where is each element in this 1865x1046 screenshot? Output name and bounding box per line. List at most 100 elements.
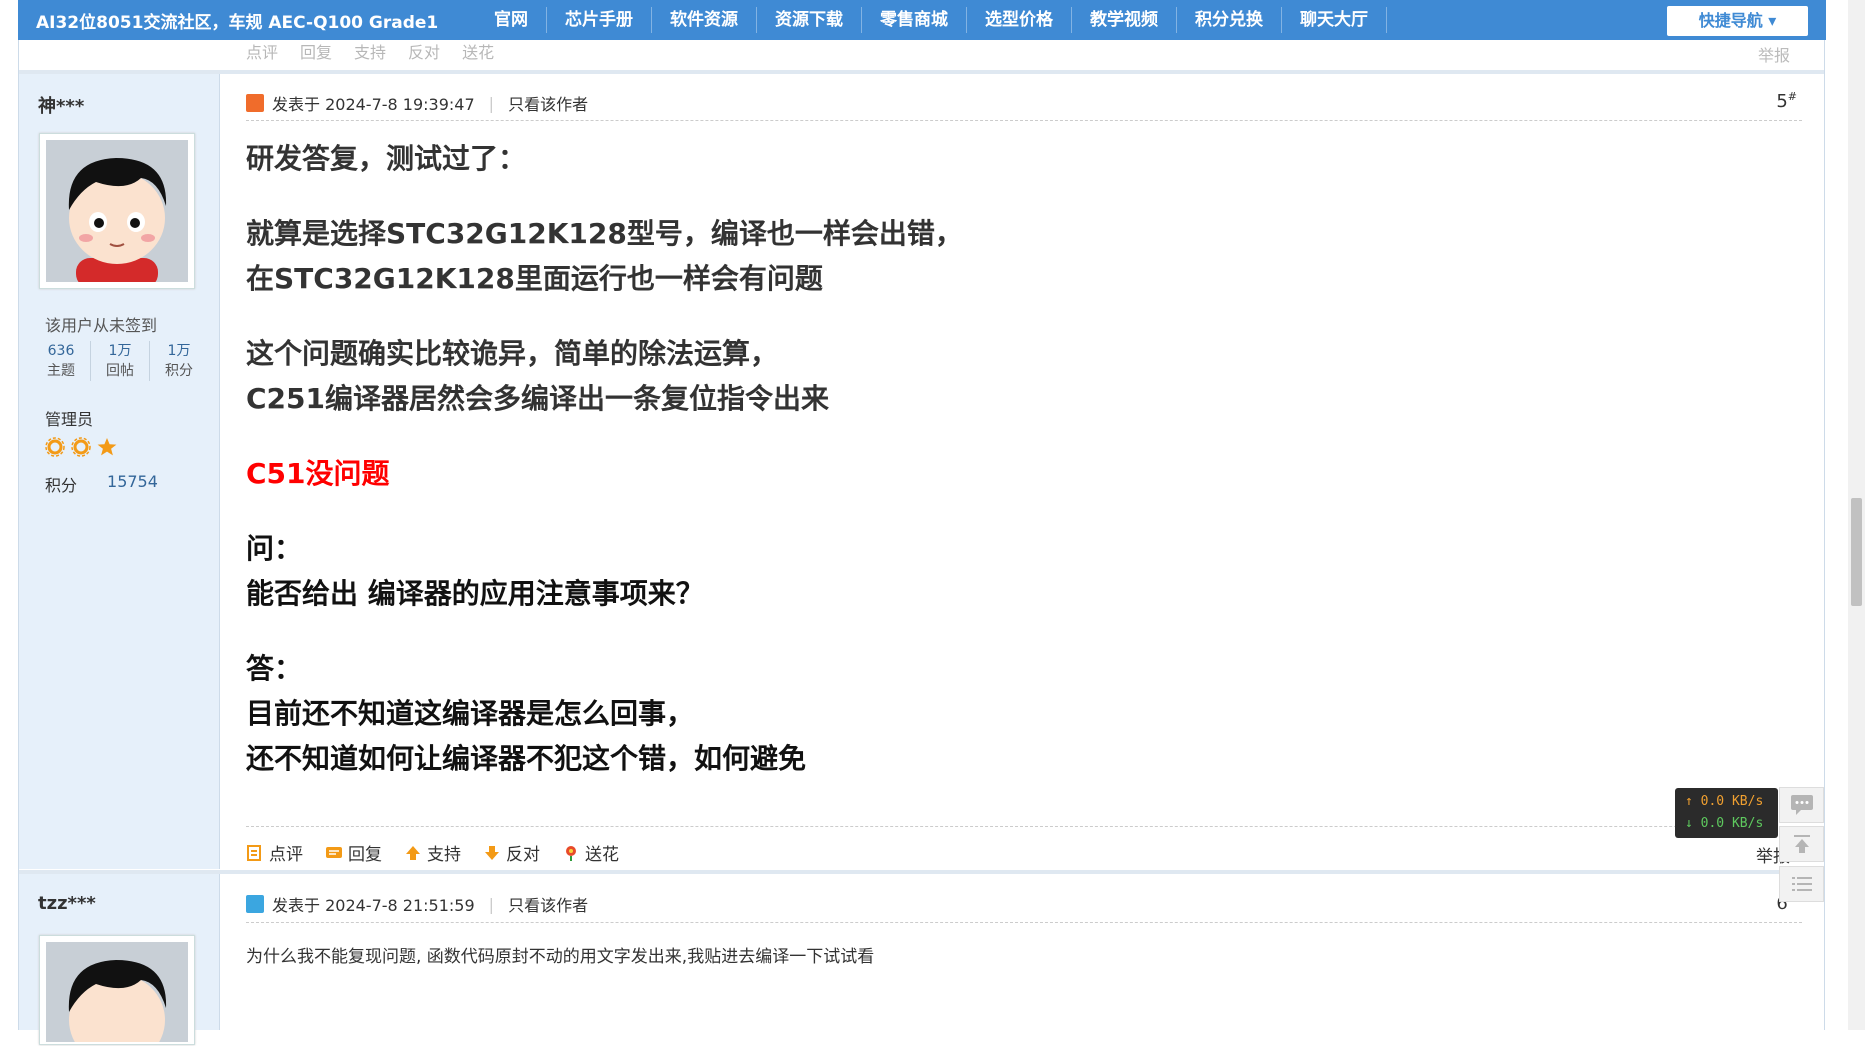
comment-label: 点评 [269,845,303,865]
points-value: 15754 [107,472,158,491]
floor-value: 5 [1776,91,1788,112]
vertical-scrollbar[interactable] [1848,0,1865,1030]
post-time: 发表于 2024-7-8 19:39:47 [272,95,475,114]
prev-report-link[interactable]: 举报 [1758,42,1790,66]
back-to-top-button[interactable] [1779,826,1824,862]
content-answer: 还不知道如何让编译器不犯这个错，如何避免 [246,742,807,775]
content-answer-label: 答： [246,652,303,685]
meta-separator: | [488,93,495,113]
download-speed: ↓ 0.0 KB/s [1685,816,1764,831]
comment-button[interactable]: 点评 [246,840,303,865]
avatar-cartoon-icon [46,942,188,1046]
nav-item-store[interactable]: 零售商城 [862,7,967,33]
flower-label: 送花 [585,845,619,865]
oppose-label: 反对 [506,845,540,865]
post-meta: 发表于 2024-7-8 21:51:59 | 只看该作者 [246,892,588,916]
nav-item-chat[interactable]: 聊天大厅 [1282,7,1387,33]
avatar[interactable] [39,935,195,1046]
nav-item-points-exchange[interactable]: 积分兑换 [1177,7,1282,33]
post-content: 为什么我不能复现问题, 函数代码原封不动的用文字发出来,我贴进去编译一下试试看 [246,947,875,967]
stat-points-value: 1万 [167,343,191,359]
author-only-link[interactable]: 只看该作者 [508,892,588,916]
prev-reply-button[interactable]: 回复 [300,39,332,63]
stat-topics-value: 636 [47,343,75,359]
actions-divider [246,826,1802,827]
thumb-down-arrow-icon [485,845,499,860]
quick-nav-button[interactable]: 快捷导航 ▾ [1667,6,1808,36]
site-brand[interactable]: AI32位8051交流社区，车规 AEC-Q100 Grade1 [18,8,476,33]
user-stats: 636 主题 1万 回帖 1万 积分 [32,341,208,381]
prev-oppose-button[interactable]: 反对 [408,39,440,63]
content-question-label: 问： [246,532,303,565]
quick-reply-button[interactable] [1779,787,1824,823]
prev-oppose-label: 反对 [408,43,441,62]
user-points: 积分 15754 [45,472,158,496]
online-user-icon [246,94,264,112]
post-time: 发表于 2024-7-8 21:51:59 [272,896,475,915]
thumb-up-arrow-icon [406,845,420,860]
prev-flower-button[interactable]: 送花 [462,39,494,63]
sun-rank-icon [45,437,65,457]
floor-suffix: # [1787,90,1797,103]
meta-divider [246,120,1802,121]
content-line: 这个问题确实比较诡异，简单的除法运算， [246,337,779,370]
reply-label: 回复 [348,845,382,865]
flower-button[interactable]: 送花 [562,840,619,865]
support-button[interactable]: 支持 [404,840,461,865]
sign-status: 该用户从未签到 [45,316,158,335]
nav-item-software[interactable]: 软件资源 [652,7,757,33]
star-rank-icon [97,438,117,456]
stat-points-label: 积分 [165,363,193,379]
author-name[interactable]: 神*** [38,92,84,118]
nav-item-downloads[interactable]: 资源下载 [757,7,862,33]
prev-reply-label: 回复 [300,43,333,62]
floor-number[interactable]: 5# [1776,90,1797,112]
post-divider [19,870,1824,874]
prev-post-actions: 点评 回复 支持 反对 送花 [246,40,494,62]
sun-rank-icon [71,437,91,457]
stat-replies-label: 回帖 [106,363,134,379]
reply-icon [326,846,342,858]
oppose-button[interactable]: 反对 [483,840,540,865]
stat-topics-label: 主题 [47,363,75,379]
arrow-up-to-top-icon [1793,835,1810,853]
content-line: C251编译器居然会多编译出一条复位指令出来 [246,382,829,415]
support-label: 支持 [427,845,461,865]
comment-icon [247,844,261,861]
offline-user-icon [246,895,264,913]
post-actions: 点评 回复 支持 反对 送花 [246,840,619,865]
avatar-cartoon-icon [46,140,188,288]
rank-stars [45,437,117,457]
nav-item-videos[interactable]: 教学视频 [1072,7,1177,33]
stat-topics[interactable]: 636 主题 [32,341,90,381]
author-only-link[interactable]: 只看该作者 [508,91,588,115]
prev-comment-label: 点评 [246,43,279,62]
content-highlight: C51没问题 [246,457,390,490]
content-question: 能否给出 编译器的应用注意事项来？ [246,577,704,610]
flower-icon [566,845,576,861]
list-view-button[interactable] [1779,866,1824,902]
list-icon [1791,877,1812,891]
scrollbar-thumb[interactable] [1851,498,1862,606]
content-answer: 目前还不知道这编译器是怎么回事， [246,697,695,730]
meta-divider [246,922,1802,923]
top-nav-bar: AI32位8051交流社区，车规 AEC-Q100 Grade1 官网 芯片手册… [18,0,1826,40]
prev-support-button[interactable]: 支持 [354,39,386,63]
author-name[interactable]: tzz*** [38,893,96,914]
prev-comment-button[interactable]: 点评 [246,39,278,63]
nav-item-chip-manual[interactable]: 芯片手册 [547,7,652,33]
content-line: 在STC32G12K128里面运行也一样会有问题 [246,262,823,295]
reply-button[interactable]: 回复 [325,840,382,865]
stat-points[interactable]: 1万 积分 [149,341,208,381]
prev-support-label: 支持 [354,43,387,62]
stat-replies[interactable]: 1万 回帖 [90,341,149,381]
user-role[interactable]: 管理员 [45,406,93,430]
stat-replies-value: 1万 [108,343,132,359]
nav-item-pricing[interactable]: 选型价格 [967,7,1072,33]
network-speed-widget: ↑ 0.0 KB/s ↓ 0.0 KB/s [1675,788,1778,838]
avatar[interactable] [39,133,195,289]
nav-item-official[interactable]: 官网 [476,7,547,33]
prev-flower-label: 送花 [462,43,495,62]
post-content: 研发答复，测试过了： 就算是选择STC32G12K128型号，编译也一样会出错，… [246,136,1746,781]
content-line: 研发答复，测试过了： [246,142,527,175]
